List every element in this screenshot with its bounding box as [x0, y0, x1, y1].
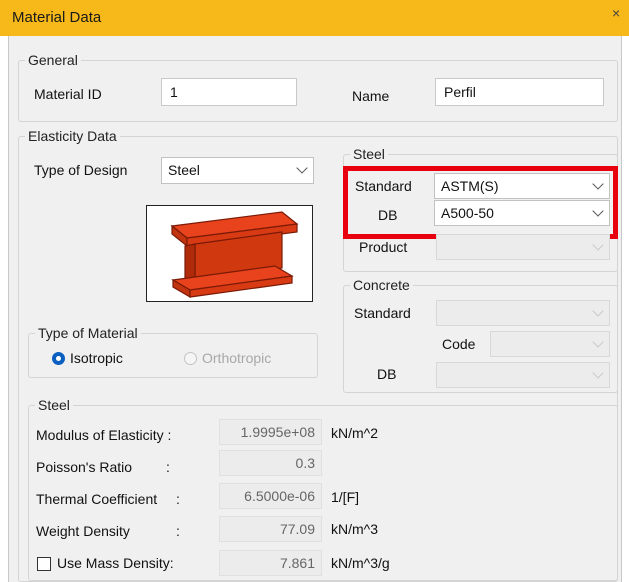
thermal-value: 6.5000e-06	[219, 483, 322, 509]
steel-props-group: Steel	[28, 397, 618, 581]
type-of-design-label: Type of Design	[34, 162, 128, 178]
material-id-field[interactable]: 1	[161, 78, 297, 106]
i-beam-icon	[170, 211, 299, 299]
concrete-db-label: DB	[377, 366, 397, 382]
weight-density-unit: kN/m^3	[331, 521, 379, 537]
thermal-unit: 1/[F]	[331, 489, 360, 505]
name-label: Name	[352, 88, 390, 104]
modulus-value: 1.9995e+08	[219, 419, 322, 445]
material-type-legend: Type of Material	[38, 325, 138, 341]
concrete-code-label: Code	[442, 336, 476, 352]
general-legend: General	[28, 52, 78, 68]
mass-density-value: 7.861	[219, 550, 322, 576]
poisson-label: Poisson's Ratio	[36, 459, 133, 475]
steel-standard-select[interactable]: ASTM(S)	[434, 173, 610, 199]
type-of-design-value: Steel	[168, 162, 200, 178]
chevron-down-icon	[592, 367, 604, 379]
concrete-code-select[interactable]	[490, 331, 610, 357]
concrete-standard-select[interactable]	[436, 300, 610, 326]
title-bar: Material Data ×	[0, 0, 629, 36]
type-of-design-select[interactable]: Steel	[161, 157, 314, 184]
chevron-down-icon	[296, 162, 308, 174]
poisson-colon: :	[166, 459, 170, 475]
window-title: Material Data	[12, 9, 102, 26]
name-field[interactable]: Perfil	[435, 78, 604, 106]
orthotropic-radio[interactable]	[184, 352, 197, 365]
thermal-colon: :	[176, 491, 180, 507]
product-label: Product	[359, 239, 408, 255]
isotropic-radio[interactable]	[52, 352, 65, 365]
concrete-legend: Concrete	[353, 277, 410, 293]
chevron-down-icon	[592, 305, 604, 317]
isotropic-label: Isotropic	[70, 350, 123, 366]
thermal-label: Thermal Coefficient	[36, 491, 158, 507]
steel-db-select[interactable]: A500-50	[434, 200, 610, 226]
chevron-down-icon	[592, 205, 604, 217]
chevron-down-icon	[592, 178, 604, 190]
close-icon[interactable]: ×	[612, 5, 620, 21]
steel-standard-label: Standard	[355, 178, 412, 194]
steel-standard-value: ASTM(S)	[441, 178, 499, 194]
concrete-db-select[interactable]	[436, 362, 610, 388]
weight-density-label: Weight Density	[36, 523, 130, 539]
steel-db-value: A500-50	[441, 205, 494, 221]
steel-db-label: DB	[378, 207, 398, 223]
weight-density-value: 77.09	[219, 516, 322, 542]
orthotropic-label: Orthotropic	[202, 350, 272, 366]
poisson-value: 0.3	[219, 450, 322, 476]
material-id-label: Material ID	[34, 86, 102, 102]
chevron-down-icon	[592, 239, 604, 251]
modulus-unit: kN/m^2	[331, 425, 379, 441]
concrete-standard-label: Standard	[354, 305, 411, 321]
chevron-down-icon	[592, 336, 604, 348]
steel-code-legend: Steel	[353, 146, 385, 162]
use-mass-density-label: Use Mass Density:	[57, 555, 174, 571]
steel-props-legend: Steel	[38, 397, 70, 413]
product-select[interactable]	[436, 234, 610, 260]
mass-density-unit: kN/m^3/g	[331, 555, 390, 571]
elasticity-legend: Elasticity Data	[28, 128, 117, 144]
use-mass-density-checkbox[interactable]	[37, 557, 51, 571]
modulus-label: Modulus of Elasticity :	[36, 427, 172, 443]
section-image	[146, 205, 313, 302]
weight-density-colon: :	[176, 523, 180, 539]
